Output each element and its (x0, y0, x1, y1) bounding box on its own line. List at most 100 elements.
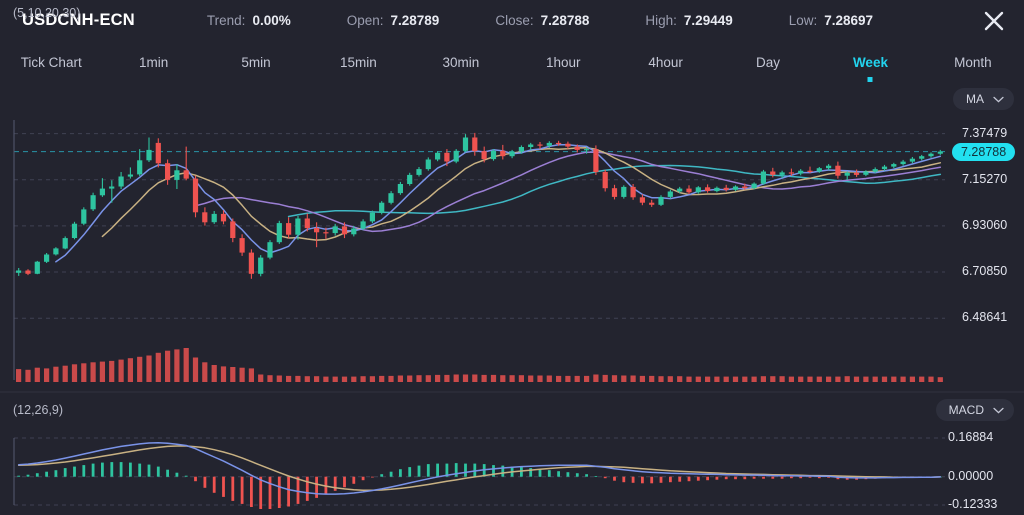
macd-hist-bar (799, 476, 803, 479)
macd-hist-bar (138, 463, 142, 477)
macd-hist-bar (110, 462, 114, 477)
volume-bar (723, 376, 729, 382)
macd-hist-bar (399, 469, 402, 477)
candle-body (248, 252, 254, 274)
volume-bar (518, 375, 524, 382)
macd-hist-bar (650, 476, 654, 484)
candle-body (602, 172, 608, 189)
macd-hist-bar (464, 463, 467, 477)
macd-hist-bar (147, 464, 151, 477)
macd-hist-bar (659, 476, 663, 483)
price-axis-label: 6.70850 (962, 264, 1008, 279)
macd-hist-bar (212, 476, 216, 493)
macd-hist-bar (240, 476, 244, 504)
candle-body (798, 170, 804, 174)
candle-body (90, 195, 96, 210)
macd-hist-bar (259, 476, 263, 509)
macd-hist-bar (613, 476, 616, 481)
candle-body (928, 153, 934, 157)
volume-bar (174, 349, 180, 382)
candle-body (81, 209, 87, 224)
macd-hist-bar (426, 464, 430, 477)
volume-bar (807, 376, 813, 382)
volume-bar (99, 361, 105, 382)
volume-bar (565, 375, 571, 382)
volume-bar (639, 375, 645, 382)
volume-bar (714, 376, 720, 382)
macd-hist-bar (26, 474, 30, 477)
candle-body (677, 188, 683, 192)
volume-bar (760, 376, 766, 382)
volume-bar (314, 376, 320, 382)
macd-hist-bar (315, 476, 318, 498)
candle-body (639, 197, 645, 203)
volume-bar (844, 376, 850, 382)
candle-body (518, 147, 524, 152)
candle-body (314, 228, 320, 233)
candle-body (826, 165, 832, 169)
macd-hist-bar (45, 471, 48, 477)
candle-body (611, 188, 618, 197)
macd-hist-bar (408, 467, 412, 477)
candle-body (258, 257, 264, 274)
volume-bar (798, 376, 804, 382)
candle-body (472, 137, 478, 152)
macd-hist-bar (166, 469, 169, 477)
macd-hist-bar (594, 476, 598, 477)
macd-hist-bar (361, 476, 365, 481)
macd-hist-bar (780, 476, 784, 479)
price-axis-label: 6.48641 (962, 310, 1008, 325)
candle-body (183, 170, 189, 179)
volume-bar (863, 376, 869, 382)
volume-bar (481, 374, 487, 382)
macd-hist-bar (436, 463, 439, 477)
candle-body (276, 223, 282, 243)
candle-body (407, 174, 413, 184)
candle-body (881, 166, 888, 170)
candle-body (751, 183, 757, 189)
macd-hist-bar (715, 476, 719, 480)
volume-bar (649, 375, 655, 382)
volume-bar (62, 365, 68, 382)
chart-canvas[interactable] (0, 0, 1024, 515)
macd-hist-bar (156, 466, 160, 477)
candlestick-series[interactable] (16, 132, 943, 279)
volume-bar (677, 376, 683, 382)
volume-bar (435, 374, 441, 382)
candle-body (528, 144, 534, 147)
macd-hist-bar (547, 470, 551, 477)
macd-hist-bar (622, 476, 626, 483)
macd-hist-bar (101, 462, 104, 477)
candle-body (900, 161, 906, 165)
volume-bar (611, 375, 618, 382)
volume-bar (630, 375, 636, 382)
candle-body (844, 172, 850, 176)
macd-hist-bar (743, 476, 747, 480)
chevron-down-icon (993, 407, 1004, 413)
candle-body (388, 193, 394, 203)
volume-bar (500, 375, 506, 382)
macd-indicator-selector[interactable]: MACD (935, 399, 1014, 421)
volume-bar (137, 356, 143, 382)
macd-hist-bar (790, 476, 793, 479)
macd-hist-bar (333, 476, 337, 491)
volume-bar (286, 375, 292, 382)
candle-body (286, 223, 292, 235)
macd-axis-label: 0.00000 (948, 468, 994, 483)
macd-hist-bar (557, 471, 560, 477)
candle-body (220, 213, 227, 222)
candle-body (835, 165, 841, 176)
volume-bar (90, 362, 96, 382)
volume-bar (192, 357, 199, 382)
volume-bar (155, 352, 161, 382)
volume-bar (118, 359, 124, 382)
volume-bar (444, 374, 450, 382)
candle-body (155, 142, 161, 164)
volume-bar (397, 375, 403, 382)
candle-body (490, 150, 497, 160)
volume-bar (658, 376, 664, 382)
candle-body (584, 149, 590, 151)
volume-bar (546, 375, 552, 382)
volume-bar (919, 376, 925, 382)
ma-indicator-selector[interactable]: MA (953, 88, 1014, 110)
